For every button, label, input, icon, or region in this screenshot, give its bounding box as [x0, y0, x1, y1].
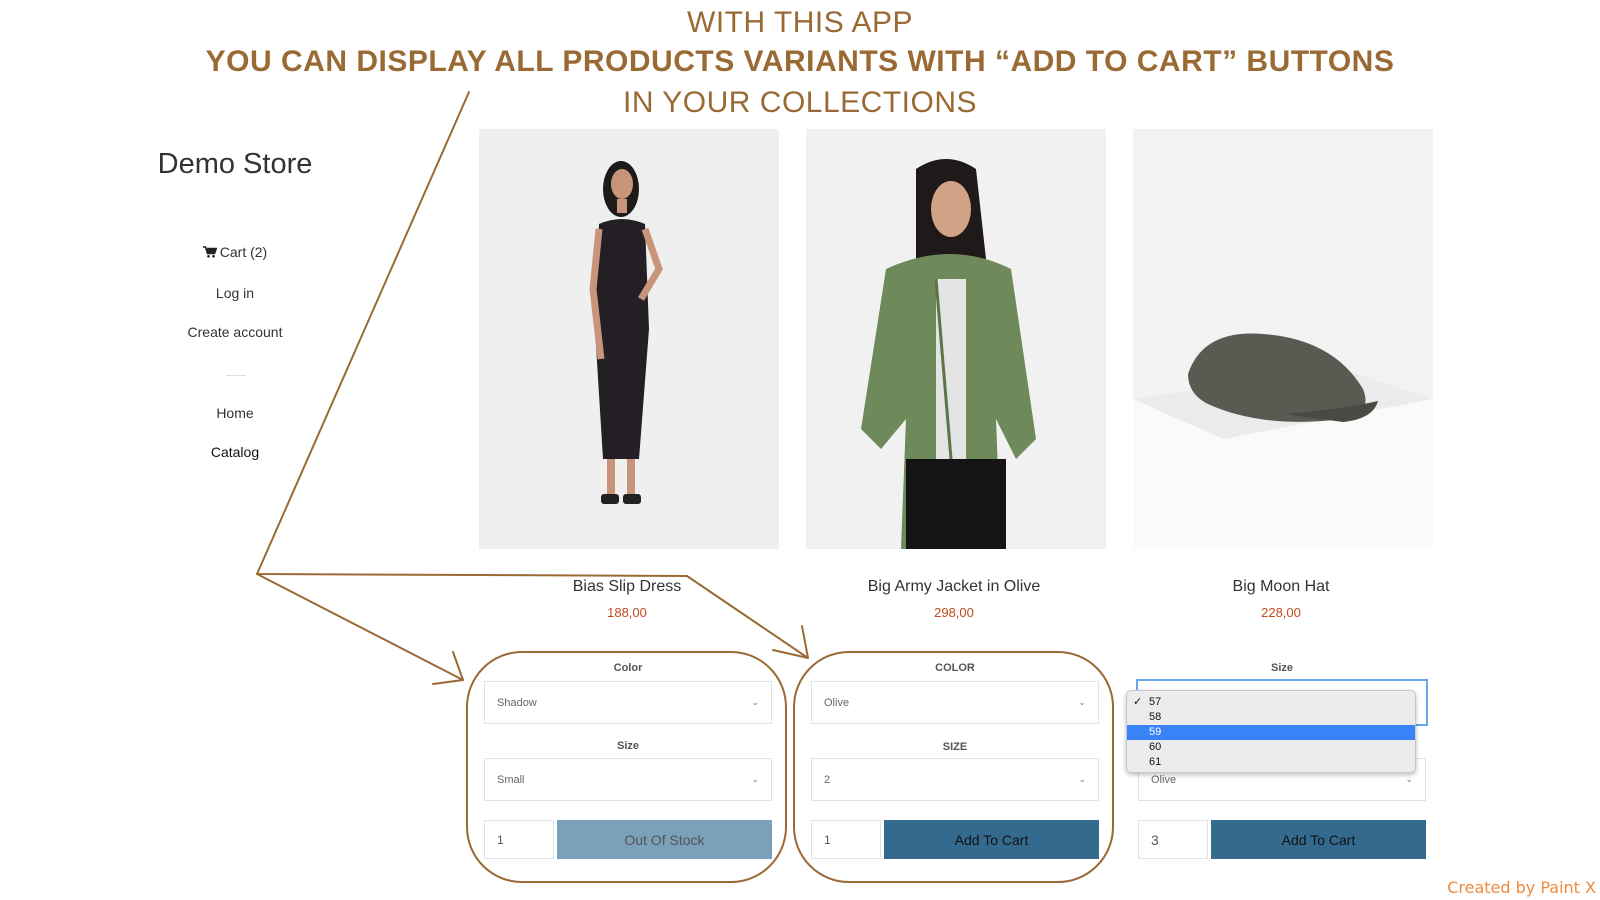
- sidebar-divider: [226, 375, 246, 376]
- size-select[interactable]: 2 ⌄: [811, 758, 1099, 801]
- option-label-size: SIZE: [942, 741, 968, 753]
- product-price: 228,00: [1261, 605, 1301, 620]
- banner-line-3: IN YOUR COLLECTIONS: [622, 86, 978, 119]
- option-label-size: Size: [616, 740, 639, 752]
- chevron-down-icon: ⌄: [1078, 697, 1086, 707]
- select-value: 2: [824, 773, 831, 786]
- quantity-input[interactable]: 1: [484, 820, 554, 859]
- product-image-big-army-jacket[interactable]: [806, 129, 1106, 549]
- login-link[interactable]: Log in: [216, 285, 254, 301]
- add-to-cart-button[interactable]: Add To Cart: [1211, 820, 1426, 859]
- cart-label: Cart (2): [219, 244, 268, 260]
- size-dropdown-menu[interactable]: ✓ 57 58 59 60 61: [1126, 690, 1416, 773]
- store-title[interactable]: Demo Store: [135, 148, 335, 181]
- annotation-arrow-line: [256, 573, 464, 681]
- dropdown-option[interactable]: 61: [1127, 755, 1415, 770]
- select-value: Olive: [1151, 773, 1177, 786]
- banner-headline: YOU CAN DISPLAY ALL PRODUCTS VARIANTS WI…: [205, 45, 1395, 78]
- chevron-down-icon: ⌄: [1405, 774, 1413, 784]
- option-label: 57: [1149, 696, 1162, 708]
- option-label: 59: [1149, 726, 1162, 738]
- sidebar-item-create-account[interactable]: Create account: [135, 324, 335, 340]
- select-value: Shadow: [497, 696, 537, 709]
- product-name[interactable]: Big Moon Hat: [1131, 578, 1431, 596]
- annotation-arrow-head: [432, 651, 464, 685]
- product-name[interactable]: Bias Slip Dress: [477, 578, 777, 596]
- option-label: 61: [1149, 756, 1162, 768]
- select-value: Olive: [824, 696, 850, 709]
- color-select[interactable]: Shadow ⌄: [484, 681, 772, 724]
- product-photo-jacket: [806, 129, 1106, 549]
- banner-line-1: WITH THIS APP: [687, 6, 913, 39]
- product-name[interactable]: Big Army Jacket in Olive: [804, 578, 1104, 596]
- option-label-color: Color: [613, 662, 643, 674]
- size-select[interactable]: Small ⌄: [484, 758, 772, 801]
- product-price: 188,00: [607, 605, 647, 620]
- out-of-stock-button[interactable]: Out Of Stock: [557, 820, 772, 859]
- product-photo-dress: [479, 129, 779, 549]
- catalog-link[interactable]: Catalog: [211, 444, 259, 460]
- select-value: Small: [497, 773, 525, 786]
- home-link[interactable]: Home: [216, 405, 253, 421]
- dropdown-option[interactable]: 60: [1127, 740, 1415, 755]
- chevron-down-icon: ⌄: [751, 697, 759, 707]
- sidebar-item-home[interactable]: Home: [135, 405, 335, 421]
- dropdown-option[interactable]: ✓ 57: [1127, 695, 1415, 710]
- chevron-down-icon: ⌄: [751, 774, 759, 784]
- sidebar-item-login[interactable]: Log in: [135, 285, 335, 301]
- option-label-color: COLOR: [935, 662, 975, 674]
- sidebar-item-cart[interactable]: Cart (2): [135, 244, 335, 260]
- dropdown-option-highlighted[interactable]: 59: [1127, 725, 1415, 740]
- sidebar-item-catalog[interactable]: Catalog: [135, 444, 335, 460]
- chevron-down-icon: ⌄: [1078, 774, 1086, 784]
- color-select[interactable]: Olive ⌄: [811, 681, 1099, 724]
- annotation-arrow-head: [772, 625, 809, 659]
- product-image-bias-slip-dress[interactable]: [479, 129, 779, 549]
- option-label-size: Size: [1270, 662, 1293, 674]
- cart-icon: [202, 246, 217, 258]
- create-account-link[interactable]: Create account: [188, 324, 283, 340]
- add-to-cart-button[interactable]: Add To Cart: [884, 820, 1099, 859]
- dropdown-option[interactable]: 58: [1127, 710, 1415, 725]
- credit-watermark: Created by Paint X: [1447, 878, 1596, 897]
- option-label: 60: [1149, 741, 1162, 753]
- quantity-input[interactable]: 1: [811, 820, 881, 859]
- product-price: 298,00: [934, 605, 974, 620]
- product-image-big-moon-hat[interactable]: [1133, 129, 1433, 549]
- product-photo-hat: [1133, 129, 1433, 549]
- checkmark-icon: ✓: [1133, 696, 1143, 708]
- quantity-input[interactable]: 3: [1138, 820, 1208, 859]
- option-label: 58: [1149, 711, 1162, 723]
